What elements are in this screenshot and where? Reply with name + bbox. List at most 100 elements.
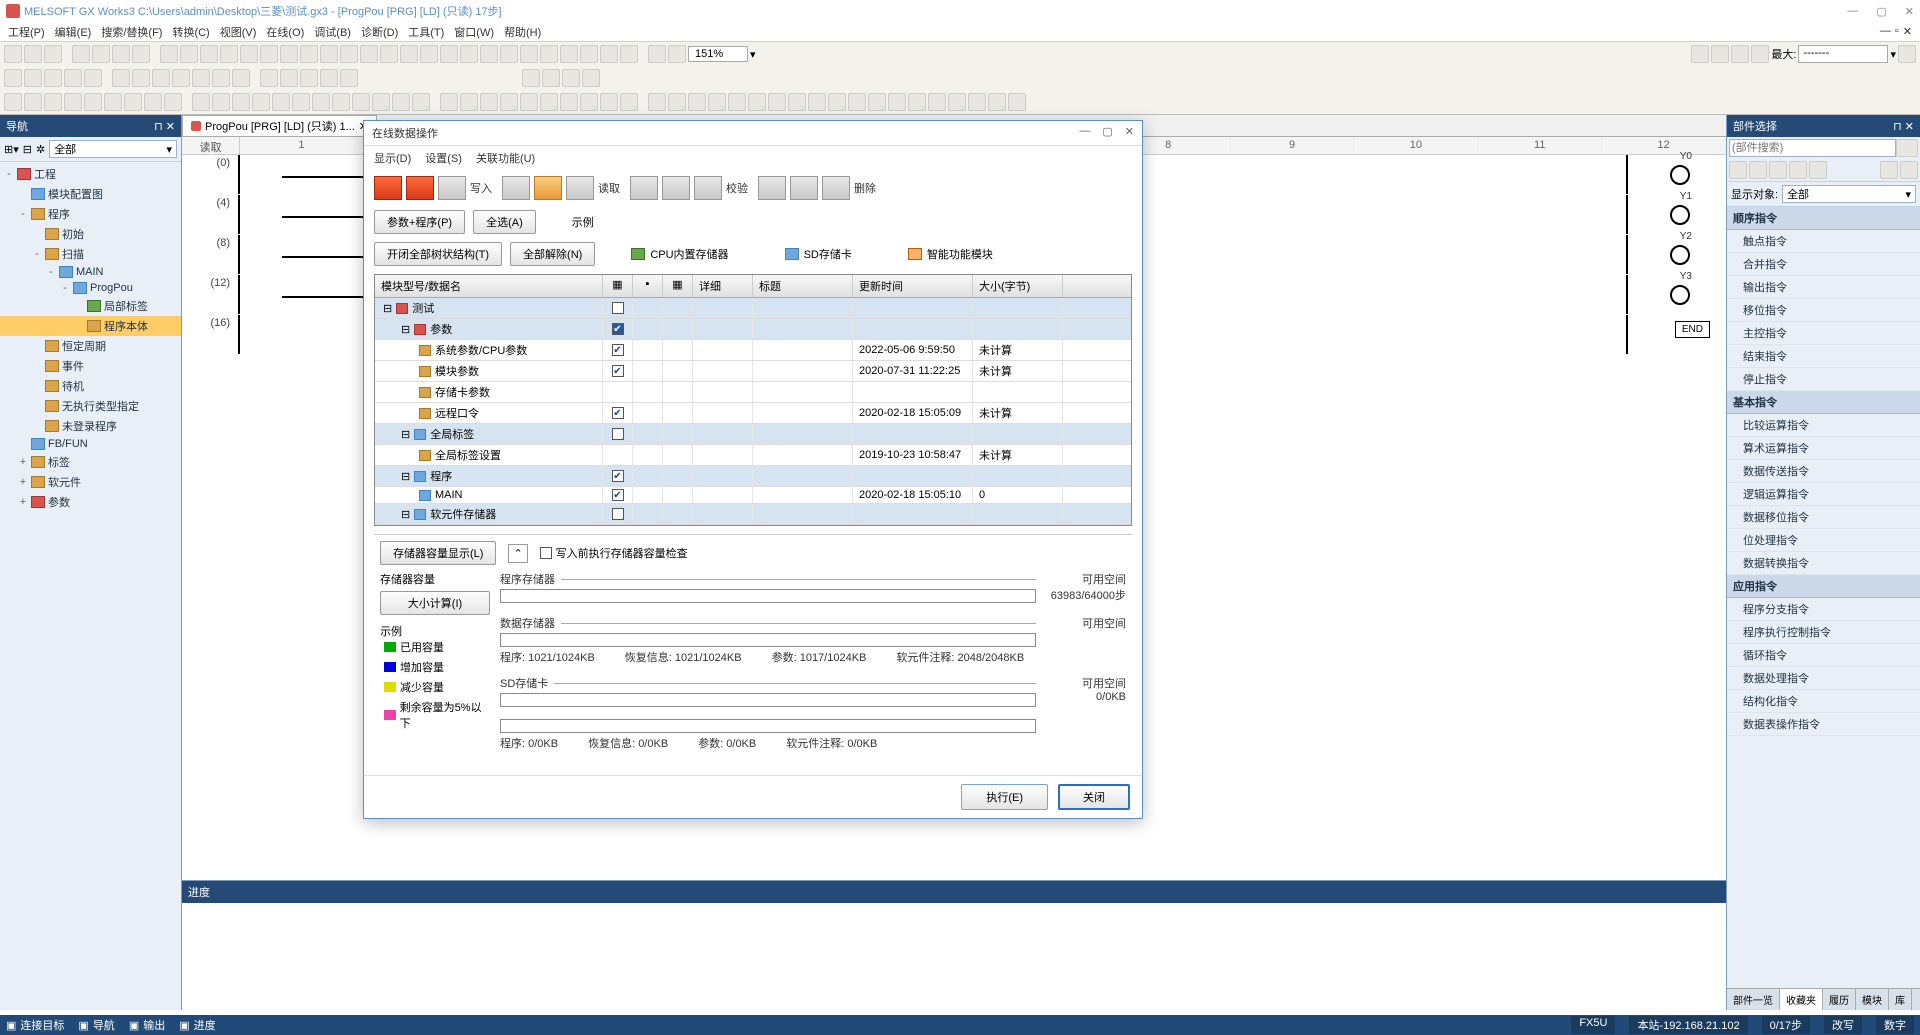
- th-title[interactable]: 标题: [753, 275, 853, 297]
- toolbar-button[interactable]: [480, 93, 498, 111]
- cell-cpu-check[interactable]: [603, 340, 633, 360]
- mode-read-icon3[interactable]: [566, 176, 594, 200]
- mode-write-icon3[interactable]: [438, 176, 466, 200]
- execute-button[interactable]: 执行(E): [961, 784, 1048, 810]
- tree-item[interactable]: +参数: [0, 492, 181, 512]
- row-expander-icon[interactable]: ⊟: [401, 508, 410, 521]
- category-item[interactable]: 结束指令: [1727, 345, 1920, 368]
- toolbar-button[interactable]: [582, 69, 600, 87]
- storage-display-button[interactable]: 存储器容量显示(L): [380, 541, 496, 565]
- toolbar-button[interactable]: [1008, 93, 1026, 111]
- toolbar-button[interactable]: [768, 93, 786, 111]
- category-item[interactable]: 数据移位指令: [1727, 506, 1920, 529]
- tree-item[interactable]: 待机: [0, 376, 181, 396]
- checkbox[interactable]: [612, 344, 624, 356]
- toolbar-button[interactable]: [1769, 161, 1787, 179]
- toolbar-button[interactable]: [144, 93, 162, 111]
- close-button[interactable]: 关闭: [1058, 784, 1130, 810]
- tree-item[interactable]: -程序: [0, 204, 181, 224]
- cell-cpu-check[interactable]: [603, 382, 633, 402]
- mode-verify-icon3[interactable]: [694, 176, 722, 200]
- dialog-titlebar[interactable]: 在线数据操作 —▢✕: [364, 121, 1142, 146]
- toolbar-button[interactable]: [440, 93, 458, 111]
- toolbar-button[interactable]: [600, 45, 618, 63]
- parts-tab[interactable]: 模块: [1856, 989, 1889, 1010]
- row-expander-icon[interactable]: ⊟: [383, 302, 392, 315]
- sb-output[interactable]: ▣ 输出: [129, 1017, 165, 1033]
- tree-expander-icon[interactable]: -: [4, 168, 14, 180]
- table-row[interactable]: 存储卡参数: [375, 382, 1131, 403]
- menu-item[interactable]: 搜索/替换(F): [101, 24, 162, 40]
- tree-item[interactable]: 事件: [0, 356, 181, 376]
- toolbar-button[interactable]: [1691, 45, 1709, 63]
- toolbar-button[interactable]: [948, 93, 966, 111]
- cell-cpu-check[interactable]: [603, 504, 633, 524]
- toolbar-button[interactable]: [164, 93, 182, 111]
- toolbar-button[interactable]: [24, 45, 42, 63]
- toolbar-button[interactable]: [84, 69, 102, 87]
- toolbar-button[interactable]: [580, 93, 598, 111]
- toolbar-button[interactable]: [44, 93, 62, 111]
- toolbar-button[interactable]: [152, 69, 170, 87]
- toolbar-button[interactable]: [24, 69, 42, 87]
- toolbar-button[interactable]: [1809, 161, 1827, 179]
- category-item[interactable]: 数据表操作指令: [1727, 713, 1920, 736]
- menu-item[interactable]: 诊断(D): [361, 24, 398, 40]
- open-tree-button[interactable]: 开闭全部树状结构(T): [374, 242, 502, 266]
- table-row[interactable]: 系统参数/CPU参数2022-05-06 9:59:50未计算: [375, 340, 1131, 361]
- category-header[interactable]: 顺序指令: [1727, 207, 1920, 230]
- tree-item[interactable]: -ProgPou: [0, 280, 181, 296]
- category-item[interactable]: 数据处理指令: [1727, 667, 1920, 690]
- toolbar-button[interactable]: [500, 45, 518, 63]
- tree-item[interactable]: 未登录程序: [0, 416, 181, 436]
- nav-filter-select[interactable]: 全部▾: [49, 140, 177, 158]
- toolbar-button[interactable]: [560, 93, 578, 111]
- mdi-min-icon[interactable]: —: [1880, 25, 1891, 38]
- row-expander-icon[interactable]: ⊟: [401, 470, 410, 483]
- tree-item[interactable]: 初始: [0, 224, 181, 244]
- toolbar-button[interactable]: [320, 45, 338, 63]
- toolbar-button[interactable]: [808, 93, 826, 111]
- toolbar-button[interactable]: [4, 45, 22, 63]
- tree-item[interactable]: -MAIN: [0, 264, 181, 280]
- parts-tab[interactable]: 部件一览: [1727, 989, 1780, 1010]
- table-row[interactable]: 模块参数2020-07-31 11:22:25未计算: [375, 361, 1131, 382]
- close-icon[interactable]: ✕: [1905, 5, 1914, 18]
- tree-item[interactable]: 恒定周期: [0, 336, 181, 356]
- dlg-close-icon[interactable]: ✕: [1125, 125, 1134, 141]
- checkbox[interactable]: [612, 470, 624, 482]
- mode-read-icon[interactable]: [502, 176, 530, 200]
- toolbar-button[interactable]: [352, 93, 370, 111]
- pre-check-checkbox[interactable]: [540, 547, 552, 559]
- collapse-icon[interactable]: ⊟: [23, 143, 32, 156]
- tree-item[interactable]: -扫描: [0, 244, 181, 264]
- menu-item[interactable]: 转换(C): [172, 24, 209, 40]
- category-item[interactable]: 结构化指令: [1727, 690, 1920, 713]
- mode-verify-icon2[interactable]: [662, 176, 690, 200]
- tree-item[interactable]: -工程: [0, 164, 181, 184]
- toolbar-button[interactable]: [372, 93, 390, 111]
- toolbar-button[interactable]: [1900, 161, 1918, 179]
- tree-expander-icon[interactable]: +: [18, 476, 28, 488]
- toolbar-button[interactable]: [580, 45, 598, 63]
- toolbar-button[interactable]: [104, 93, 122, 111]
- toolbar-button[interactable]: [380, 45, 398, 63]
- checkbox[interactable]: [612, 407, 624, 419]
- toolbar-button[interactable]: [1898, 45, 1916, 63]
- toolbar-button[interactable]: [392, 93, 410, 111]
- category-item[interactable]: 输出指令: [1727, 276, 1920, 299]
- th-update[interactable]: 更新时间: [853, 275, 973, 297]
- toolbar-button[interactable]: [522, 69, 540, 87]
- cell-cpu-check[interactable]: [603, 445, 633, 465]
- sb-connection[interactable]: ▣ 连接目标: [6, 1017, 64, 1033]
- dlg-min-icon[interactable]: —: [1079, 125, 1090, 141]
- search-icon[interactable]: [1896, 139, 1918, 157]
- zoom-out-icon[interactable]: [648, 45, 666, 63]
- toolbar-button[interactable]: [64, 69, 82, 87]
- toolbar-button[interactable]: [420, 45, 438, 63]
- toolbar-button[interactable]: [668, 93, 686, 111]
- coil-icon[interactable]: [1670, 245, 1690, 265]
- toolbar-button[interactable]: [688, 93, 706, 111]
- toolbar-button[interactable]: [540, 45, 558, 63]
- max-select[interactable]: -------: [1798, 45, 1888, 63]
